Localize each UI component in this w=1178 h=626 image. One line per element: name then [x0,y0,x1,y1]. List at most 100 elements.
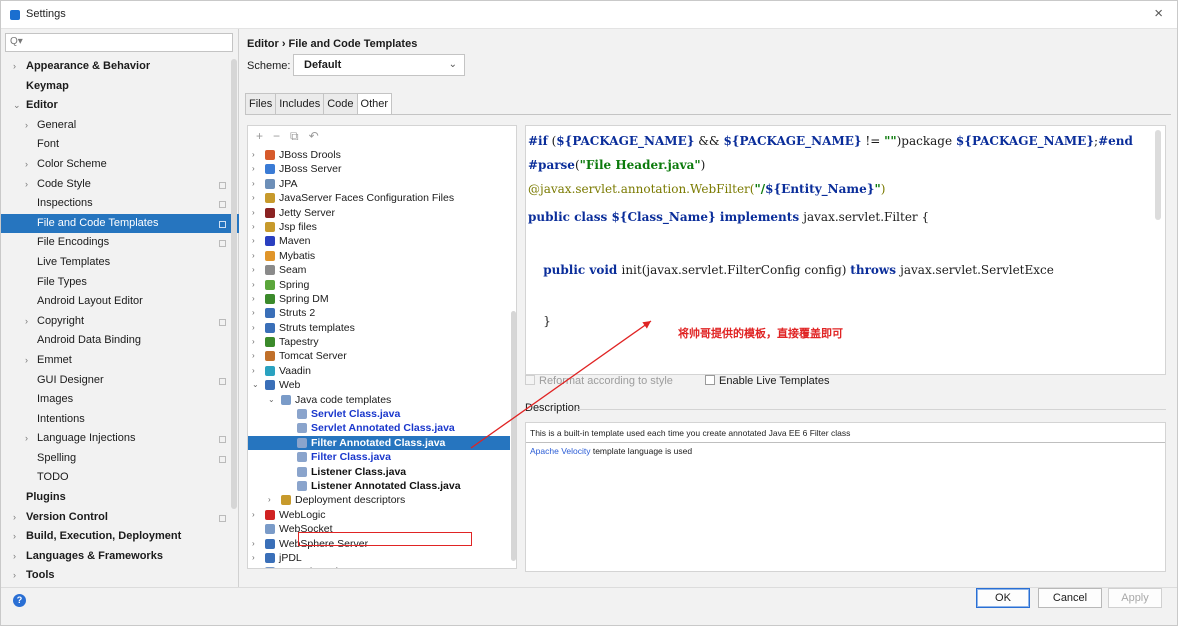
tree-item-java-code-templates[interactable]: ⌄ Java code templates [248,393,510,407]
template-editor[interactable]: #if (${PACKAGE_NAME} && ${PACKAGE_NAME} … [525,125,1166,375]
sidebar-item-code-style[interactable]: › Code Style [1,175,239,195]
sidebar-item-images[interactable]: Images [1,390,239,410]
cancel-button[interactable]: Cancel [1038,588,1102,608]
tree-item-tapestry[interactable]: › Tapestry [248,335,510,349]
tree-item-weblogic[interactable]: › WebLogic [248,508,510,522]
reformat-checkbox[interactable]: Reformat according to style [525,375,673,387]
ok-button[interactable]: OK [976,588,1030,608]
sidebar-item-file-encodings[interactable]: File Encodings [1,233,239,253]
scheme-dropdown[interactable]: Default ⌄ [293,54,465,76]
tree-item-javaserver-faces-configuration-files[interactable]: › JavaServer Faces Configuration Files [248,191,510,205]
chevron-right-icon[interactable]: › [13,547,16,567]
add-icon[interactable]: + [256,129,263,143]
tree-item-web[interactable]: ⌄ Web [248,378,510,392]
chevron-right-icon[interactable]: › [252,162,255,176]
chevron-right-icon[interactable]: › [252,234,255,248]
chevron-right-icon[interactable]: › [252,551,255,565]
sidebar-scrollbar[interactable] [231,59,237,509]
sidebar-item-file-and-code-templates[interactable]: File and Code Templates [1,213,239,234]
copy-icon[interactable]: ⧉ [290,129,299,143]
chevron-right-icon[interactable]: › [252,364,255,378]
chevron-right-icon[interactable]: › [268,493,271,507]
tree-item-jpdl[interactable]: › jPDL [248,551,510,565]
sidebar-item-intentions[interactable]: Intentions [1,410,239,430]
sidebar-item-emmet[interactable]: › Emmet [1,351,239,371]
sidebar-item-editor[interactable]: ⌄ Editor [1,96,239,116]
chevron-right-icon[interactable]: › [13,527,16,547]
chevron-right-icon[interactable]: › [252,220,255,234]
tree-item-servlet-class-java[interactable]: Servlet Class.java [248,407,510,421]
tree-item-vaadin[interactable]: › Vaadin [248,364,510,378]
chevron-down-icon[interactable]: ⌄ [13,96,21,116]
tree-item-spring-dm[interactable]: › Spring DM [248,292,510,306]
tree-item-tomcat-server[interactable]: › Tomcat Server [248,349,510,363]
sidebar-item-live-templates[interactable]: Live Templates [1,253,239,273]
chevron-right-icon[interactable]: › [25,175,28,195]
chevron-down-icon[interactable]: ⌄ [252,378,259,392]
sidebar-item-build-execution-deployment[interactable]: › Build, Execution, Deployment [1,527,239,547]
tree-item-spring[interactable]: › Spring [248,278,510,292]
chevron-right-icon[interactable]: › [252,177,255,191]
close-button[interactable]: × [1154,5,1163,22]
remove-icon[interactable]: − [273,129,280,143]
chevron-right-icon[interactable]: › [252,349,255,363]
tree-item-seam[interactable]: › Seam [248,263,510,277]
chevron-right-icon[interactable]: › [25,351,28,371]
chevron-right-icon[interactable]: › [13,508,16,528]
sidebar-item-color-scheme[interactable]: › Color Scheme [1,155,239,175]
chevron-right-icon[interactable]: › [25,312,28,332]
sidebar-item-gui-designer[interactable]: GUI Designer [1,371,239,391]
tree-item-jsp-files[interactable]: › Jsp files [248,220,510,234]
sidebar-item-languages-frameworks[interactable]: › Languages & Frameworks [1,547,239,567]
chevron-right-icon[interactable]: › [13,57,16,77]
tree-item-maven[interactable]: › Maven [248,234,510,248]
editor-scrollbar[interactable] [1155,130,1161,220]
sidebar-item-android-layout-editor[interactable]: Android Layout Editor [1,292,239,312]
sidebar-item-version-control[interactable]: › Version Control [1,508,239,528]
tree-item-jetty-server[interactable]: › Jetty Server [248,206,510,220]
tree-item-deployment-descriptors[interactable]: › Deployment descriptors [248,493,510,507]
tree-scrollbar[interactable] [511,311,516,561]
tree-item-jboss-drools[interactable]: › JBoss Drools [248,148,510,162]
chevron-right-icon[interactable]: › [252,565,255,568]
chevron-right-icon[interactable]: › [252,191,255,205]
chevron-right-icon[interactable]: › [252,321,255,335]
live-templates-checkbox[interactable]: Enable Live Templates [705,375,829,387]
sidebar-item-font[interactable]: Font [1,135,239,155]
chevron-right-icon[interactable]: › [252,278,255,292]
tab-files[interactable]: Files [245,93,277,115]
chevron-right-icon[interactable]: › [252,508,255,522]
chevron-right-icon[interactable]: › [252,249,255,263]
sidebar-item-todo[interactable]: TODO [1,468,239,488]
tree-item-mybatis[interactable]: › Mybatis [248,249,510,263]
tree-item-jpa[interactable]: › JPA [248,177,510,191]
tab-code[interactable]: Code [323,93,358,115]
tree-item-struts-2[interactable]: › Struts 2 [248,306,510,320]
tree-item-listener-annotated-class-java[interactable]: Listener Annotated Class.java [248,479,510,493]
sidebar-item-appearance-behavior[interactable]: › Appearance & Behavior [1,57,239,77]
sidebar-item-spelling[interactable]: Spelling [1,449,239,469]
chevron-right-icon[interactable]: › [252,148,255,162]
sidebar-item-inspections[interactable]: Inspections [1,194,239,214]
sidebar-item-android-data-binding[interactable]: Android Data Binding [1,331,239,351]
tab-other[interactable]: Other [356,93,393,115]
chevron-right-icon[interactable]: › [252,537,255,551]
sidebar-item-general[interactable]: › General [1,116,239,136]
chevron-right-icon[interactable]: › [13,566,16,586]
tree-item-filter-annotated-class-java[interactable]: Filter Annotated Class.java [248,435,510,451]
chevron-right-icon[interactable]: › [252,263,255,277]
sidebar-item-keymap[interactable]: Keymap [1,77,239,97]
sidebar-item-tools[interactable]: › Tools [1,566,239,586]
chevron-right-icon[interactable]: › [25,429,28,449]
velocity-link[interactable]: Apache Velocity [530,446,590,456]
chevron-right-icon[interactable]: › [252,292,255,306]
tree-item-listener-class-java[interactable]: Listener Class.java [248,465,510,479]
chevron-right-icon[interactable]: › [252,335,255,349]
tree-item-struts-templates[interactable]: › Struts templates [248,321,510,335]
chevron-right-icon[interactable]: › [25,116,28,136]
tree-item-filter-class-java[interactable]: Filter Class.java [248,450,510,464]
chevron-right-icon[interactable]: › [252,306,255,320]
sidebar-item-plugins[interactable]: Plugins [1,488,239,508]
sidebar-item-file-types[interactable]: File Types [1,273,239,293]
tab-includes[interactable]: Includes [275,93,325,115]
